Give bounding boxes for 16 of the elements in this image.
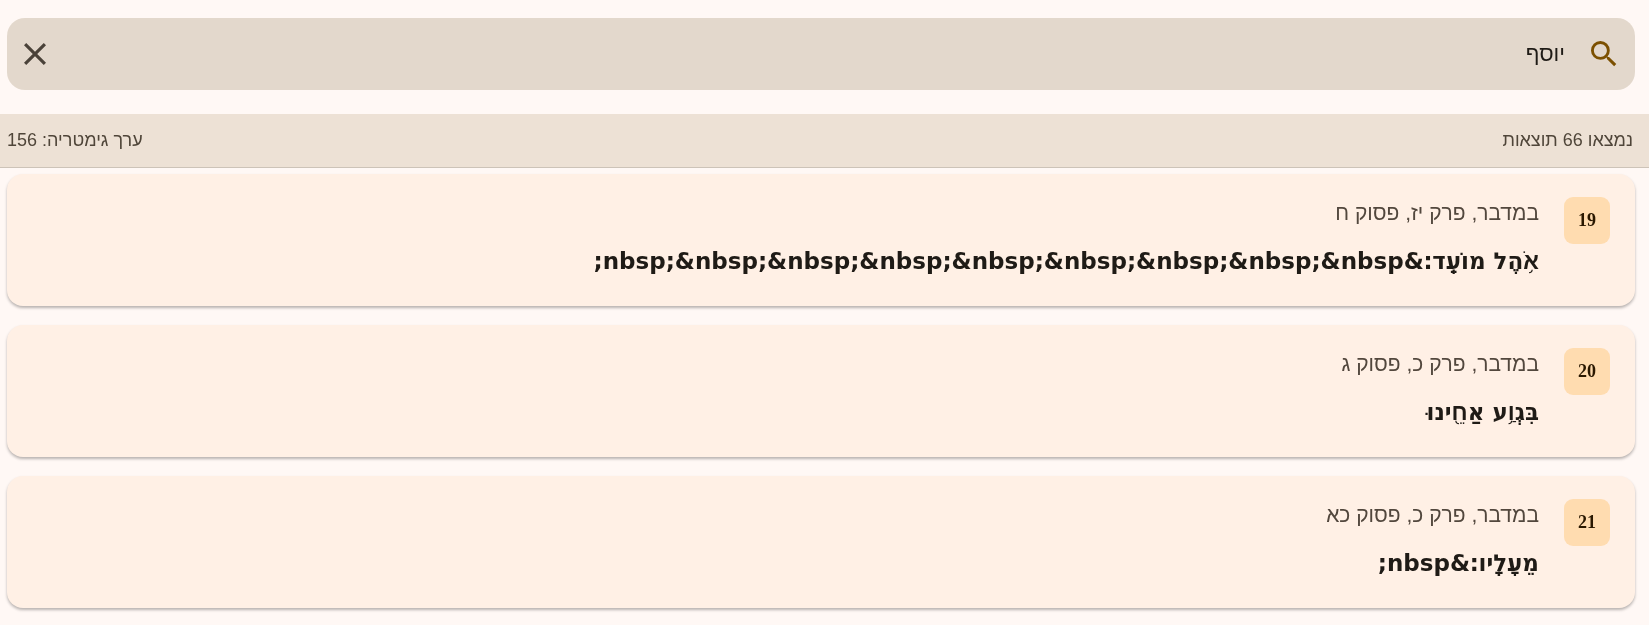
search-field[interactable]: יוסף	[72, 38, 1565, 70]
verse-text: מֵעָלָֽיו׃&nbsp;	[1377, 549, 1539, 578]
verse-text: אֹ֥הֶל מוֹעֵֽד׃&nbsp;&nbsp;&nbsp;&nbsp;&nbsp;&nbsp;&nbsp;&nbsp;&nbsp;	[593, 247, 1539, 276]
clear-button[interactable]	[24, 43, 46, 65]
search-icon	[1591, 41, 1617, 67]
result-count: נמצאו 66 תוצאות	[1502, 130, 1633, 151]
verse-reference: במדבר, פרק כ, פסוק כא	[1326, 502, 1539, 528]
gematria-value: ערך גימטריה: 156	[7, 130, 143, 151]
verse-reference: במדבר, פרק כ, פסוק ג	[1341, 351, 1539, 377]
verse-reference: במדבר, פרק יז, פסוק ח	[1335, 200, 1539, 226]
result-number: 19	[1564, 197, 1610, 244]
result-number: 21	[1564, 499, 1610, 546]
search-bar[interactable]: יוסף	[7, 18, 1635, 90]
verse-text: בִּגְוַ֥ע אַחֵ֖ינוּ	[1426, 398, 1539, 427]
result-number: 20	[1564, 348, 1610, 395]
close-icon	[24, 43, 46, 65]
